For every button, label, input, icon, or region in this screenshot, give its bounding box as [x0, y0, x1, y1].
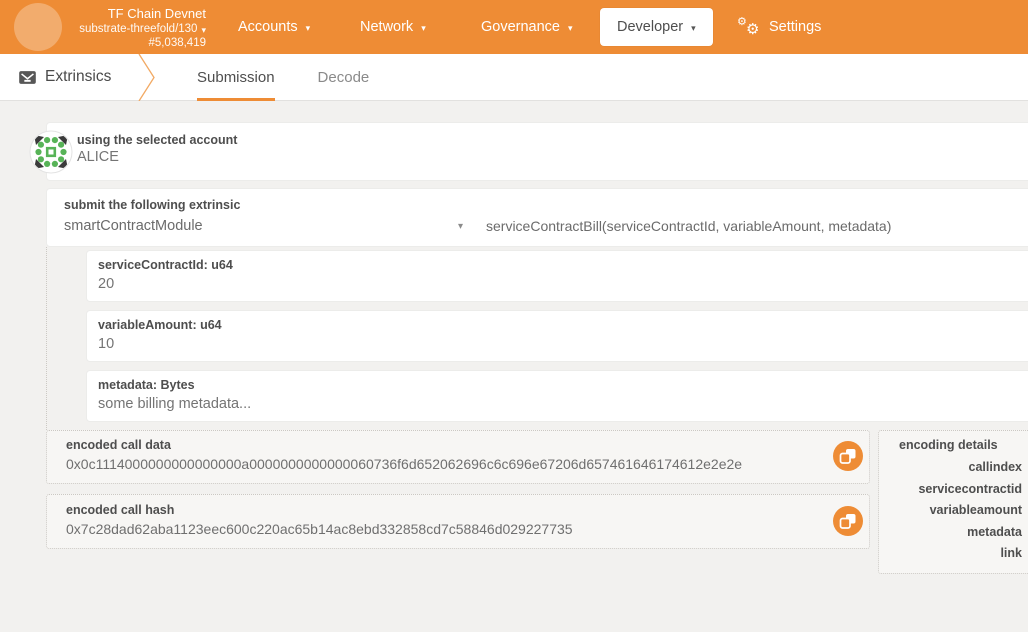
extrinsic-label: submit the following extrinsic: [64, 197, 1028, 213]
extrinsics-envelope-icon: [18, 68, 37, 87]
params-group: serviceContractId: u64 20 variableAmount…: [46, 247, 1028, 430]
app-root: TF Chain Devnet substrate-threefold/130 …: [0, 0, 1028, 632]
encoded-call-hash-value: 0x7c28dad62aba1123eec600c220ac65b14ac8eb…: [66, 520, 869, 539]
method-select[interactable]: serviceContractBill(serviceContractId, v…: [486, 218, 891, 234]
gears-icon: ⚙ ⚙: [737, 16, 761, 38]
caret-down-icon: ▾: [201, 26, 206, 35]
nav-developer[interactable]: Developer ▾: [600, 8, 713, 46]
encoding-detail-callindex[interactable]: callindex: [879, 457, 1028, 479]
encoding-details-box: encoding details callindex servicecontra…: [878, 430, 1028, 574]
caret-down-icon: ▾: [691, 24, 696, 33]
param-label: metadata: Bytes: [98, 377, 1028, 393]
chain-name: TF Chain Devnet: [108, 5, 206, 22]
encoded-call-data-value: 0x0c1114000000000000000a0000000000000060…: [66, 455, 869, 474]
tab-decode[interactable]: Decode: [318, 54, 370, 101]
copy-icon: [833, 441, 863, 471]
chain-endpoint[interactable]: substrate-threefold/130 ▾: [79, 22, 206, 36]
tabs: Submission Decode: [197, 54, 369, 101]
encoding-detail-link[interactable]: link: [879, 543, 1028, 565]
copy-call-hash-button[interactable]: [833, 506, 863, 536]
param-metadata: metadata: Bytes some billing metadata...: [86, 370, 1028, 422]
encoded-call-data-label: encoded call data: [66, 437, 869, 453]
caret-down-icon: ▾: [568, 24, 573, 33]
param-input[interactable]: some billing metadata...: [98, 395, 1028, 414]
chain-logo[interactable]: [14, 3, 62, 51]
top-navbar: TF Chain Devnet substrate-threefold/130 …: [0, 0, 1028, 54]
param-servicecontractid: serviceContractId: u64 20: [86, 250, 1028, 302]
copy-icon: [833, 506, 863, 536]
account-label: using the selected account: [77, 132, 1028, 148]
param-label: serviceContractId: u64: [98, 257, 1028, 273]
encoding-details-title: encoding details: [879, 437, 1028, 453]
nav-network[interactable]: Network ▾: [360, 0, 426, 54]
nav-governance[interactable]: Governance ▾: [481, 0, 573, 54]
section-title: Extrinsics: [45, 54, 111, 100]
encoding-details-items: callindex servicecontractid variableamou…: [879, 457, 1028, 565]
param-variableamount: variableAmount: u64 10: [86, 310, 1028, 362]
param-input[interactable]: 20: [98, 275, 1028, 294]
tab-bar: Extrinsics Submission Decode: [0, 54, 1028, 101]
encoding-detail-servicecontractid[interactable]: servicecontractid: [879, 479, 1028, 501]
account-identicon[interactable]: [29, 130, 73, 174]
chain-selector[interactable]: TF Chain Devnet substrate-threefold/130 …: [66, 5, 206, 50]
encoded-call-hash-label: encoded call hash: [66, 502, 869, 518]
nav-accounts[interactable]: Accounts ▾: [238, 0, 310, 54]
account-value: ALICE: [77, 148, 1028, 167]
breadcrumb-chevron-icon: [137, 54, 161, 101]
encoded-call-hash-box: encoded call hash 0x7c28dad62aba1123eec6…: [46, 494, 870, 549]
encoded-call-data-box: encoded call data 0x0c111400000000000000…: [46, 430, 870, 484]
encoding-detail-variableamount[interactable]: variableamount: [879, 500, 1028, 522]
chain-block-number: #5,038,419: [148, 36, 206, 50]
nav-settings[interactable]: ⚙ ⚙ Settings: [737, 0, 821, 54]
account-select[interactable]: using the selected account ALICE: [46, 122, 1028, 181]
encoding-detail-metadata[interactable]: metadata: [879, 522, 1028, 544]
module-select[interactable]: smartContractModule: [64, 218, 203, 234]
param-input[interactable]: 10: [98, 335, 1028, 354]
caret-down-icon: ▾: [421, 24, 426, 33]
caret-down-icon: ▾: [306, 24, 311, 33]
caret-down-icon[interactable]: ▾: [458, 221, 463, 232]
tab-submission[interactable]: Submission: [197, 54, 275, 101]
param-label: variableAmount: u64: [98, 317, 1028, 333]
copy-call-data-button[interactable]: [833, 441, 863, 471]
extrinsic-section: submit the following extrinsic smartCont…: [46, 188, 1028, 247]
